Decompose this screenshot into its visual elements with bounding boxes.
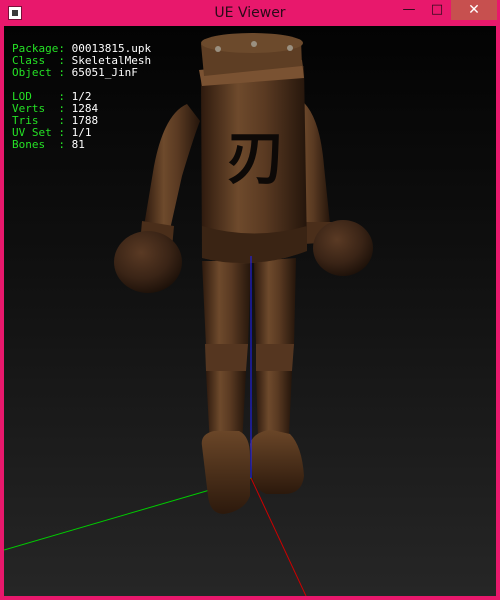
left-hand [114,231,182,293]
rivet [251,41,257,47]
info-bones: Bones : 81 [12,138,85,151]
info-object: Object : 65051_JinF [12,66,138,79]
body-glyph: 刃 [227,124,285,192]
torso: 刃 [199,33,307,264]
right-hand [313,220,373,276]
title-bar[interactable]: UE Viewer — □ ✕ [0,0,500,26]
left-foot [201,431,250,514]
maximize-button[interactable]: □ [424,0,450,20]
right-leg [250,258,304,494]
minimize-button[interactable]: — [396,0,422,20]
close-button[interactable]: ✕ [451,0,497,20]
rivet [215,46,221,52]
y-axis-line [250,477,307,596]
3d-viewport[interactable]: 刃 Package: 00013815.upk Class : Skeletal… [4,26,496,596]
app-window: UE Viewer — □ ✕ 刃 Package: 00013815.upk … [0,0,500,600]
rivet [287,45,293,51]
mesh-info-panel: Package: 00013815.upk Class : SkeletalMe… [12,43,151,151]
left-leg [201,261,251,514]
right-foot [250,430,304,494]
